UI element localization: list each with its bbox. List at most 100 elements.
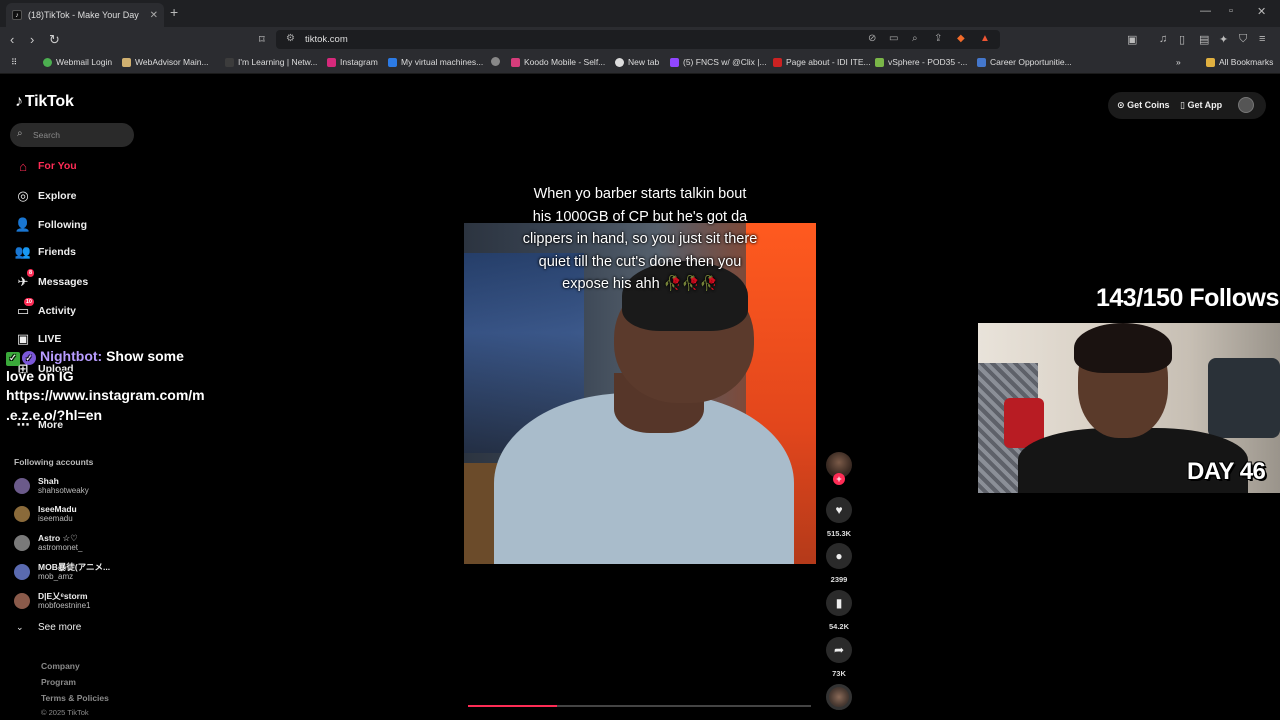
wallet-icon[interactable]: ▤ xyxy=(1199,33,1209,46)
bookmark-item[interactable]: Career Opportunitie... xyxy=(977,57,1072,67)
share-button[interactable]: ➦ xyxy=(826,637,852,663)
apps-grid-icon[interactable]: ⠿ xyxy=(11,57,17,68)
following-account[interactable]: Astro ☆♡ astromonet_ xyxy=(14,531,82,555)
share-icon[interactable]: ⇪ xyxy=(934,33,942,44)
video-caption: When yo barber starts talkin bout his 10… xyxy=(522,186,758,292)
back-icon[interactable]: ‹ xyxy=(10,32,14,47)
bookmark-item[interactable]: Instagram xyxy=(327,57,378,67)
bookmark-item[interactable] xyxy=(491,57,504,66)
cast-icon[interactable]: ▭ xyxy=(889,33,898,44)
live-icon: ▣ xyxy=(16,331,30,346)
day-counter-text: DAY 46 xyxy=(1187,458,1266,485)
video-progress-bar[interactable] xyxy=(468,705,811,707)
tab-title: (18)TikTok - Make Your Day xyxy=(28,10,139,20)
close-tab-icon[interactable]: ✕ xyxy=(150,10,158,21)
chevron-down-icon: ⌄ xyxy=(16,622,24,632)
following-account[interactable]: MOB暴徒(アニメ... mob_amz xyxy=(14,560,110,584)
nav-live[interactable]: ▣ LIVE xyxy=(14,330,62,348)
minimize-icon[interactable]: — xyxy=(1200,5,1211,17)
sidebar-panel-icon[interactable]: ▣ xyxy=(1127,33,1137,46)
nav-messages[interactable]: ✈ 8 Messages xyxy=(14,269,88,291)
home-icon: ⌂ xyxy=(19,158,27,174)
search-input[interactable]: ⌕ Search xyxy=(10,123,134,147)
more-bookmarks-icon[interactable]: » xyxy=(1176,57,1181,67)
messages-icon: ✈ 8 xyxy=(17,269,34,289)
verified-bot-icon: ✓ xyxy=(22,351,36,365)
nav-following[interactable]: 👤 Following xyxy=(14,216,87,234)
share-count: 73K xyxy=(832,669,846,678)
tiktok-logo[interactable]: ♪ TikTok xyxy=(15,93,74,111)
save-button[interactable]: ▮ xyxy=(826,590,852,616)
maximize-icon[interactable]: ▫ xyxy=(1229,5,1233,17)
following-account[interactable]: Shah shahsotweaky xyxy=(14,474,89,498)
no-translate-icon[interactable]: ⊘ xyxy=(868,33,876,44)
bookmark-item[interactable]: Page about - IDI ITE... xyxy=(773,57,871,67)
bookmark-item[interactable]: Webmail Login xyxy=(43,57,112,67)
header-actions: ⊙ Get Coins ▯ Get App xyxy=(1108,92,1266,119)
brave-rewards-icon[interactable]: ▲ xyxy=(980,33,990,44)
nightbot-name: Nightbot: xyxy=(40,348,103,364)
following-icon: 👤 xyxy=(14,217,32,232)
bookmark-item[interactable]: I'm Learning | Netw... xyxy=(225,57,317,67)
profile-avatar[interactable] xyxy=(1238,97,1254,113)
nav-for-you[interactable]: ⌂ For You xyxy=(14,157,77,175)
comment-button[interactable]: ● xyxy=(826,543,852,569)
footer-program-link[interactable]: Program xyxy=(41,677,76,687)
zoom-icon[interactable]: ⌕ xyxy=(912,33,918,44)
see-more-button[interactable]: ⌄ See more xyxy=(16,622,81,633)
get-app-button[interactable]: ▯ Get App xyxy=(1180,100,1222,111)
reading-list-icon[interactable]: ▯ xyxy=(1179,33,1185,46)
avatar xyxy=(14,478,30,494)
nav-activity[interactable]: ▭ 10 Activity xyxy=(14,298,76,320)
url-text: tiktok.com xyxy=(305,34,348,45)
compass-icon: ◎ xyxy=(17,188,29,203)
bookmarks-bar: ⠿ Webmail Login WebAdvisor Main... I'm L… xyxy=(0,52,1280,74)
bookmark-item[interactable]: WebAdvisor Main... xyxy=(122,57,209,67)
reload-icon[interactable]: ↻ xyxy=(49,32,60,48)
messages-badge: 8 xyxy=(26,269,34,277)
address-bar[interactable]: ⚙ tiktok.com ⊘ ▭ ⌕ ⇪ ◆ ▲ xyxy=(276,30,1000,49)
following-accounts-title: Following accounts xyxy=(14,457,94,467)
site-info-icon[interactable]: ⚙ xyxy=(286,33,295,44)
avatar xyxy=(14,506,30,522)
address-toolbar: ‹ › ↻ ⌑ ⚙ tiktok.com ⊘ ▭ ⌕ ⇪ ◆ ▲ ▣ ♫ ▯ ▤… xyxy=(0,27,1280,52)
bookmark-item[interactable]: New tab xyxy=(615,57,659,67)
search-placeholder: Search xyxy=(33,130,60,140)
tiktok-favicon-icon: ♪ xyxy=(12,10,22,20)
bookmark-item[interactable]: Koodo Mobile - Self... xyxy=(511,57,605,67)
bookmark-item[interactable]: vSphere - POD35 -... xyxy=(875,57,967,67)
comment-count: 2399 xyxy=(830,575,848,584)
bookmark-page-icon[interactable]: ⌑ xyxy=(259,33,265,46)
following-account[interactable]: IseeMadu iseemadu xyxy=(14,502,77,526)
nightbot-chat-overlay: ✓ ✓ Nightbot: Show some love on IG https:/… xyxy=(6,348,205,423)
bookmark-item[interactable]: (5) FNCS w/ @Clix |... xyxy=(670,57,767,67)
music-disc-icon[interactable] xyxy=(826,684,852,710)
bookmark-item[interactable]: My virtual machines... xyxy=(388,57,483,67)
follow-goal-text: 143/150 Follows xyxy=(1096,284,1279,312)
copyright-text: © 2025 TikTok xyxy=(41,708,89,717)
nav-explore[interactable]: ◎ Explore xyxy=(14,187,76,205)
nav-friends[interactable]: 👥 Friends xyxy=(14,243,76,261)
following-account[interactable]: D|E乂ᵉstorm mobfoestnine1 xyxy=(14,589,90,613)
video-progress-fill xyxy=(468,705,558,707)
footer-company-link[interactable]: Company xyxy=(41,661,80,671)
all-bookmarks-folder[interactable]: All Bookmarks xyxy=(1206,57,1273,67)
get-coins-button[interactable]: ⊙ Get Coins xyxy=(1117,100,1170,111)
media-icon[interactable]: ♫ xyxy=(1159,33,1167,45)
leo-ai-icon[interactable]: ✦ xyxy=(1219,33,1228,46)
menu-icon[interactable]: ≡ xyxy=(1259,33,1265,45)
brave-shield-icon[interactable]: ◆ xyxy=(957,33,965,44)
footer-terms-link[interactable]: Terms & Policies xyxy=(41,693,109,703)
browser-tab-tiktok[interactable]: ♪ (18)TikTok - Make Your Day ✕ xyxy=(6,3,164,27)
close-window-icon[interactable]: ✕ xyxy=(1257,5,1266,18)
forward-icon[interactable]: › xyxy=(30,32,34,47)
share-arrow-icon: ➦ xyxy=(833,643,845,657)
friends-icon: 👥 xyxy=(14,244,32,259)
follow-plus-icon[interactable]: + xyxy=(833,473,845,485)
phone-icon: ▯ xyxy=(1180,100,1185,110)
like-button[interactable]: ♥ xyxy=(826,497,852,523)
search-icon: ⌕ xyxy=(17,128,23,139)
tiktok-note-icon: ♪ xyxy=(15,93,23,110)
new-tab-button[interactable]: + xyxy=(170,4,178,20)
vpn-icon[interactable]: ⛉ xyxy=(1239,33,1247,46)
